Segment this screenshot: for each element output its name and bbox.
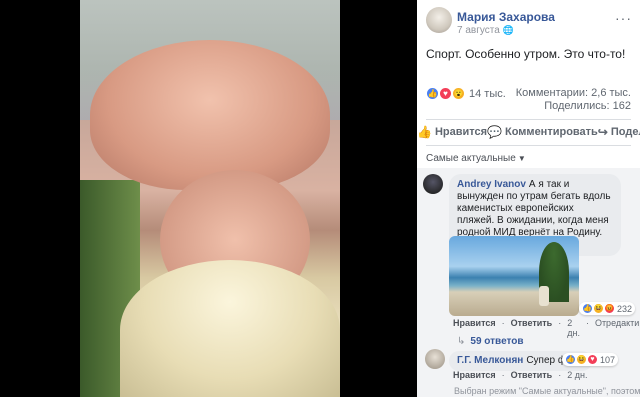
like-reaction-icon: 👍: [582, 303, 593, 314]
comment-author[interactable]: Г.Г. Мелконян: [457, 355, 523, 366]
comment-author[interactable]: Andrey Ivanov: [457, 179, 526, 190]
divider: [426, 145, 631, 146]
comment-reactions[interactable]: 👍 😆 ♥ 107: [562, 353, 619, 366]
sort-label: Самые актуальные: [426, 153, 516, 164]
separator: ·: [558, 318, 562, 328]
replies-label: 59 ответов: [470, 336, 524, 347]
avatar[interactable]: [425, 349, 445, 369]
wow-reaction-icon: 😮: [452, 87, 465, 100]
edited-label[interactable]: Отредактировано: [595, 318, 640, 338]
comment-time[interactable]: 2 дн.: [567, 318, 580, 338]
sort-notice: Выбран режим "Самые актуальные", поэтому: [454, 386, 640, 396]
post-photo[interactable]: [80, 0, 340, 397]
comment-like-link[interactable]: Нравится: [453, 370, 496, 380]
reaction-count[interactable]: 14 тыс.: [469, 88, 506, 100]
separator: ·: [558, 370, 562, 380]
comment-reactions[interactable]: 👍 😆 😡 232: [579, 302, 636, 315]
post-stats: 👍 ♥ 😮 14 тыс. Комментарии: 2,6 тыс. Поде…: [426, 87, 631, 117]
photo-hair: [120, 260, 340, 397]
author-avatar[interactable]: [426, 7, 452, 33]
like-button[interactable]: 👍 Нравится: [417, 125, 487, 139]
globe-icon: 🌐: [502, 25, 514, 35]
reply-arrow-icon: ↳: [457, 336, 466, 347]
view-replies-link[interactable]: ↳ 59 ответов: [457, 336, 524, 347]
comment-reaction-count: 232: [617, 303, 633, 314]
comment-icon: 💬: [487, 125, 502, 139]
comment-meta: Нравится · Ответить · 2 дн.: [453, 370, 587, 380]
like-reaction-icon: 👍: [426, 87, 439, 100]
action-bar: 👍Нравится 💬Комментировать ↪Поделиться: [417, 122, 640, 142]
love-reaction-icon: ♥: [587, 354, 598, 365]
share-icon: ↪: [597, 125, 608, 139]
chevron-down-icon: ▼: [517, 154, 526, 163]
comment-reaction-count: 107: [600, 354, 616, 365]
thumbs-up-icon: 👍: [417, 125, 432, 139]
comment-meta: Нравится · Ответить · 2 дн. · Отредактир…: [453, 318, 640, 338]
laugh-reaction-icon: 😆: [593, 303, 604, 314]
comment-reply-link[interactable]: Ответить: [511, 318, 553, 338]
reaction-summary[interactable]: 👍 ♥ 😮 14 тыс.: [426, 87, 506, 100]
more-icon[interactable]: ···: [615, 10, 632, 26]
shares-count[interactable]: Поделились: 162: [544, 100, 631, 112]
post-header: Мария Захарова 7 августа 🌐 ···: [417, 0, 640, 38]
separator: ·: [501, 318, 505, 328]
comment-like-link[interactable]: Нравится: [453, 318, 496, 338]
post-author[interactable]: Мария Захарова: [457, 10, 555, 24]
comment-attachment-photo[interactable]: [449, 236, 579, 316]
post-text: Спорт. Особенно утром. Это что-то!: [426, 47, 626, 61]
separator: ·: [501, 370, 505, 380]
comments-list: Andrey Ivanov А я так и вынужден по утрам…: [417, 168, 640, 397]
photo-shoulders: [90, 40, 330, 190]
like-reaction-icon: 👍: [565, 354, 576, 365]
like-label: Нравится: [434, 126, 488, 138]
post-date-text[interactable]: 7 августа: [457, 25, 500, 36]
angry-reaction-icon: 😡: [604, 303, 615, 314]
photo-viewer: [0, 0, 417, 397]
laugh-reaction-icon: 😆: [576, 354, 587, 365]
love-reaction-icon: ♥: [439, 87, 452, 100]
share-button[interactable]: ↪Поделиться: [598, 125, 640, 139]
avatar[interactable]: [423, 174, 443, 194]
comment-label: Комментировать: [505, 126, 598, 138]
comment-time[interactable]: 2 дн.: [567, 370, 587, 380]
post-date[interactable]: 7 августа 🌐: [457, 25, 514, 36]
share-label: Поделиться: [610, 126, 640, 138]
separator: ·: [585, 318, 589, 328]
comment-button[interactable]: 💬 Комментировать: [487, 125, 598, 139]
comment-panel: Мария Захарова 7 августа 🌐 ··· Спорт. Осо…: [417, 0, 640, 397]
photo-person: [539, 286, 549, 306]
divider: [426, 119, 631, 120]
sort-dropdown[interactable]: Самые актуальные ▼: [426, 153, 526, 164]
comment-reply-link[interactable]: Ответить: [511, 370, 553, 380]
comments-count[interactable]: Комментарии: 2,6 тыс.: [516, 87, 631, 99]
